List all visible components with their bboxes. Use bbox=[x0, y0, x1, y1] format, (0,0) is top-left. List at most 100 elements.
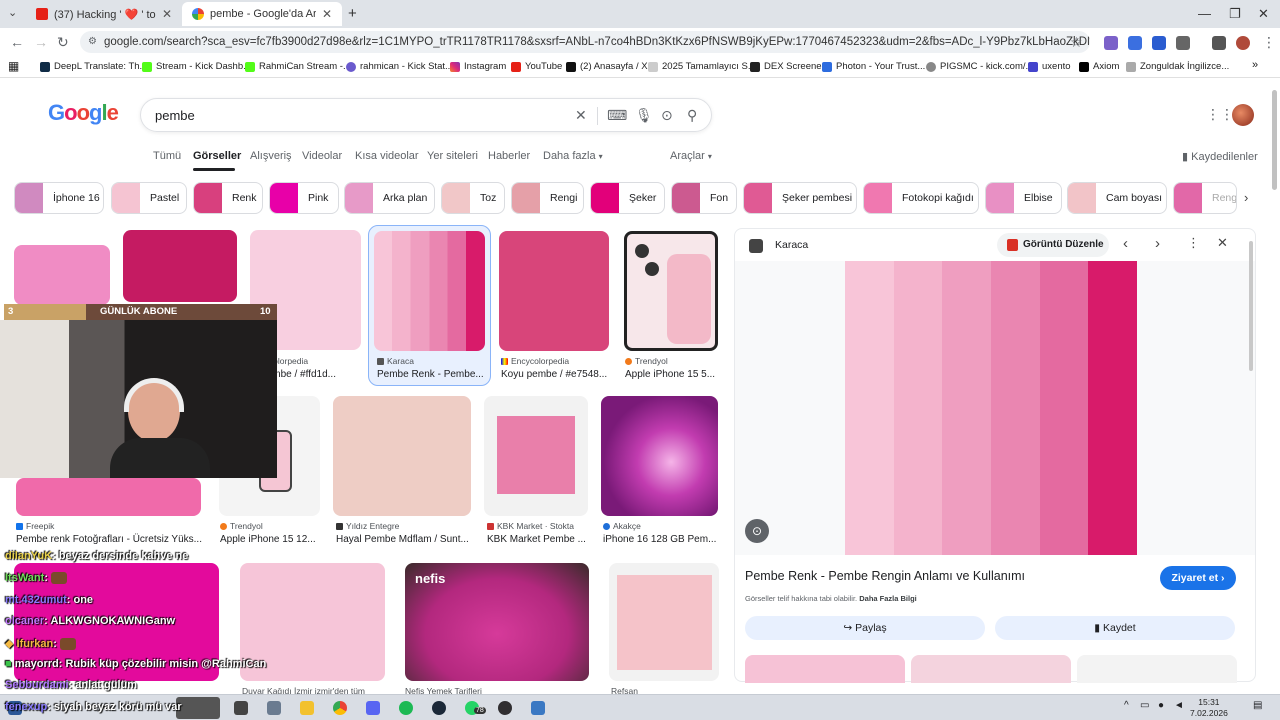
new-tab-button[interactable]: + bbox=[348, 5, 357, 22]
search-box[interactable]: pembe ✕ ⌨ 🎙 ⊙ ⚲ bbox=[140, 98, 712, 132]
result-image[interactable] bbox=[14, 245, 110, 305]
bookmark-star-icon[interactable]: ☆ bbox=[1070, 34, 1083, 51]
task-view-icon[interactable] bbox=[234, 701, 248, 715]
related-image[interactable] bbox=[1077, 655, 1237, 683]
related-image[interactable] bbox=[745, 655, 905, 683]
volume-icon[interactable]: ◄ bbox=[1174, 700, 1184, 711]
tab-search-icon[interactable]: ⌄ bbox=[8, 6, 17, 19]
chip-fotokopi-kagidi[interactable]: Fotokopi kağıdı bbox=[863, 182, 979, 214]
result-title[interactable]: Hayal Pembe Mdflam / Sunt... bbox=[336, 534, 469, 545]
lens-search-icon[interactable]: ⊙ bbox=[745, 519, 769, 543]
discord-icon[interactable] bbox=[366, 701, 380, 715]
result-title[interactable]: Pembe Renk - Pembe... bbox=[377, 369, 484, 380]
chip-pastel[interactable]: Pastel bbox=[111, 182, 187, 214]
result-image[interactable] bbox=[499, 231, 609, 351]
chip-renk[interactable]: Renk bbox=[193, 182, 263, 214]
chip-seker-pembesi[interactable]: Şeker pembesi bbox=[743, 182, 857, 214]
forward-icon[interactable]: → bbox=[34, 34, 48, 50]
panel-source[interactable]: Karaca bbox=[775, 239, 808, 251]
bookmark-item[interactable]: (2) Anasayfa / X bbox=[566, 61, 648, 72]
network-icon[interactable]: ▭ bbox=[1140, 700, 1149, 711]
result-image[interactable] bbox=[333, 396, 471, 516]
save-button[interactable]: ▮ Kaydet bbox=[995, 616, 1235, 640]
related-image[interactable] bbox=[911, 655, 1071, 683]
result-image[interactable] bbox=[609, 563, 719, 681]
bookmark-item[interactable]: 2025 Tamamlayıcı S... bbox=[648, 61, 756, 72]
window-close-icon[interactable]: ✕ bbox=[1258, 6, 1269, 22]
extension-icon[interactable] bbox=[1152, 36, 1166, 50]
address-bar[interactable]: ⚙ google.com/search?sca_esv=fc7fb3900d27… bbox=[80, 31, 1090, 53]
result-image[interactable] bbox=[484, 396, 588, 516]
result-image[interactable] bbox=[16, 478, 201, 516]
share-button[interactable]: ↪ Paylaş bbox=[745, 616, 985, 640]
lens-icon[interactable]: ⊙ bbox=[661, 107, 673, 124]
panel-scrollbar[interactable] bbox=[1249, 241, 1253, 371]
chevron-right-icon[interactable]: › bbox=[1244, 190, 1248, 205]
result-image[interactable] bbox=[624, 231, 718, 351]
close-icon[interactable]: ✕ bbox=[322, 7, 332, 21]
chip-rengi[interactable]: Rengi bbox=[511, 182, 584, 214]
bookmark-item[interactable]: DeepL Translate: Th... bbox=[40, 61, 147, 72]
extension-icon[interactable] bbox=[1104, 36, 1118, 50]
bookmark-item[interactable]: YouTube bbox=[511, 61, 562, 72]
google-logo[interactable]: Google bbox=[48, 100, 119, 126]
site-info-icon[interactable]: ⚙ bbox=[88, 31, 97, 53]
notifications-icon[interactable]: ▤ bbox=[1253, 700, 1262, 711]
tab-all[interactable]: Tümü bbox=[153, 150, 181, 162]
browser-menu-icon[interactable]: ⋮ bbox=[1262, 34, 1276, 51]
tools-button[interactable]: Araçlar ▾ bbox=[670, 150, 712, 162]
more-bookmarks-icon[interactable]: » bbox=[1252, 59, 1258, 71]
close-icon[interactable]: ✕ bbox=[162, 7, 172, 21]
system-clock[interactable]: 15:31 7.02.2026 bbox=[1190, 697, 1228, 719]
clear-icon[interactable]: ✕ bbox=[575, 107, 587, 124]
keyboard-icon[interactable]: ⌨ bbox=[607, 107, 627, 124]
tab-images[interactable]: Görseller bbox=[193, 150, 241, 162]
result-image[interactable]: nefis bbox=[405, 563, 589, 681]
tab-short-videos[interactable]: Kısa videolar bbox=[355, 150, 419, 162]
reading-list-icon[interactable] bbox=[1212, 36, 1226, 50]
chip-fon[interactable]: Fon bbox=[671, 182, 737, 214]
page-scrollbar[interactable] bbox=[1272, 90, 1277, 190]
obs-icon[interactable] bbox=[498, 701, 512, 715]
search-input[interactable]: pembe bbox=[155, 108, 195, 123]
bookmark-item[interactable]: RahmiCan Stream -... bbox=[245, 61, 351, 72]
chip-arka-plan[interactable]: Arka plan bbox=[344, 182, 435, 214]
apps-grid-icon[interactable]: ▦ bbox=[8, 59, 19, 73]
reload-icon[interactable]: ↻ bbox=[57, 34, 69, 51]
chip-cam-boyasi[interactable]: Cam boyası bbox=[1067, 182, 1167, 214]
bookmark-item[interactable]: Zonguldak İngilizce... bbox=[1126, 61, 1229, 72]
more-info-link[interactable]: Daha Fazla Bilgi bbox=[859, 594, 917, 603]
google-apps-icon[interactable]: ⋮⋮ bbox=[1206, 106, 1234, 123]
tab-shopping[interactable]: Alışveriş bbox=[250, 150, 292, 162]
result-title[interactable]: Koyu pembe / #e7548... bbox=[501, 369, 607, 380]
preview-image[interactable]: ⊙ bbox=[735, 261, 1255, 555]
preview-title[interactable]: Pembe Renk - Pembe Rengin Anlamı ve Kull… bbox=[745, 569, 1025, 583]
tab-more[interactable]: Daha fazla ▾ bbox=[543, 150, 603, 162]
tab-videos[interactable]: Videolar bbox=[302, 150, 342, 162]
result-title[interactable]: KBK Market Pembe ... bbox=[487, 534, 586, 545]
tab-places[interactable]: Yer siteleri bbox=[427, 150, 478, 162]
bookmark-item[interactable]: Stream - Kick Dashb... bbox=[142, 61, 251, 72]
search-icon[interactable]: ⚲ bbox=[687, 107, 697, 124]
file-manager-icon[interactable] bbox=[267, 701, 281, 715]
chip-iphone-16[interactable]: İphone 16 bbox=[14, 182, 104, 214]
tray-overflow-icon[interactable]: ^ bbox=[1124, 700, 1129, 711]
chip-pink[interactable]: Pink bbox=[269, 182, 339, 214]
tab-news[interactable]: Haberler bbox=[488, 150, 530, 162]
minimize-icon[interactable]: — bbox=[1198, 6, 1211, 21]
result-title[interactable]: Apple iPhone 15 5... bbox=[625, 369, 715, 380]
visit-button[interactable]: Ziyaret et › bbox=[1160, 566, 1236, 590]
chrome-icon[interactable] bbox=[333, 701, 347, 715]
result-image[interactable] bbox=[123, 230, 237, 302]
chip-seker[interactable]: Şeker bbox=[590, 182, 665, 214]
bookmark-item[interactable]: Instagram bbox=[450, 61, 506, 72]
bookmark-item[interactable]: rahmican - Kick Stat... bbox=[346, 61, 453, 72]
edit-image-button[interactable]: Görüntü Düzenle bbox=[997, 233, 1109, 257]
avatar[interactable] bbox=[1232, 104, 1254, 126]
steam-icon[interactable] bbox=[432, 701, 446, 715]
chip-elbise[interactable]: Elbise bbox=[985, 182, 1062, 214]
extensions-puzzle-icon[interactable] bbox=[1176, 36, 1190, 50]
result-image[interactable] bbox=[601, 396, 718, 516]
saved-button[interactable]: ▮ Kaydedilenler bbox=[1182, 150, 1258, 163]
close-icon[interactable]: ✕ bbox=[1217, 235, 1228, 251]
